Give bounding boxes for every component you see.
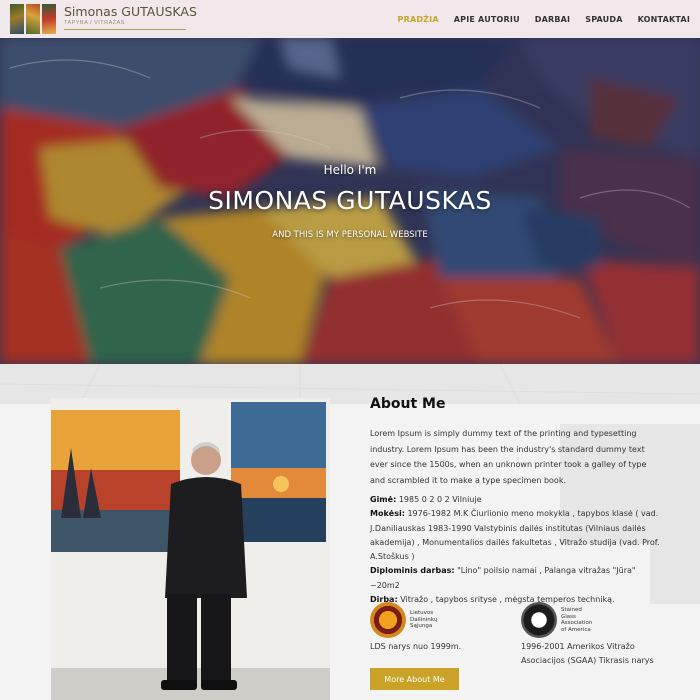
hero-tagline: AND THIS IS MY PERSONAL WEBSITE bbox=[272, 230, 428, 240]
logo-paintings-image bbox=[10, 4, 56, 34]
site-logo[interactable]: Simonas GUTAUSKAS TAPYBA / VITRAŽAS bbox=[10, 4, 197, 34]
main-nav: PRADŽIA APIE AUTORIU DARBAI SPAUDA KONTA… bbox=[398, 0, 690, 38]
logo-name: Simonas GUTAUSKAS bbox=[64, 4, 197, 19]
lds-caption: LDS narys nuo 1999m. bbox=[370, 642, 462, 651]
hero-text: Hello I'm SIMONAS GUTAUSKAS AND THIS IS … bbox=[0, 38, 700, 364]
lds-logo-text: Lietuvos Dailininkų Sąjunga bbox=[410, 610, 438, 630]
nav-item-apie-autoriu[interactable]: APIE AUTORIU bbox=[454, 15, 520, 24]
sgaa-logo-text: Stained Glass Association of America bbox=[561, 607, 593, 633]
lds-emblem-icon bbox=[370, 602, 406, 638]
sgaa-logo: Stained Glass Association of America bbox=[521, 602, 661, 638]
fact-label: Diplominis darbas: bbox=[370, 566, 455, 576]
hero-title: SIMONAS GUTAUSKAS bbox=[208, 186, 492, 215]
lds-logo: Lietuvos Dailininkų Sąjunga bbox=[370, 602, 510, 638]
fact-label: Mokėsi: bbox=[370, 509, 405, 519]
site-header: Simonas GUTAUSKAS TAPYBA / VITRAŽAS PRAD… bbox=[0, 0, 700, 38]
nav-item-darbai[interactable]: DARBAI bbox=[535, 15, 570, 24]
fact-birth: Gimė: 1985 0 2 0 2 Vilniuje bbox=[370, 493, 666, 507]
fact-diploma: Diplominis darbas: "Lino" poilsio namai … bbox=[370, 564, 666, 593]
logo-text: Simonas GUTAUSKAS TAPYBA / VITRAŽAS bbox=[64, 4, 197, 30]
about-intro-text: Lorem Ipsum is simply dummy text of the … bbox=[370, 429, 647, 485]
artist-facts: Gimė: 1985 0 2 0 2 Vilniuje Mokėsi: 1976… bbox=[370, 493, 666, 607]
nav-item-kontaktai[interactable]: KONTAKTAI bbox=[638, 15, 690, 24]
about-section: About Me Lorem Ipsum is simply dummy tex… bbox=[0, 364, 700, 700]
about-title: About Me bbox=[370, 396, 446, 412]
org-lds: Lietuvos Dailininkų Sąjunga LDS narys nu… bbox=[370, 602, 510, 654]
fact-education: Mokėsi: 1976-1982 M.K Čiurlionio meno mo… bbox=[370, 507, 666, 564]
org-sgaa: Stained Glass Association of America 199… bbox=[521, 602, 661, 668]
sgaa-caption: 1996-2001 Amerikos Vitražo Asociacijos (… bbox=[521, 642, 654, 665]
logo-subtitle: TAPYBA / VITRAŽAS bbox=[64, 20, 125, 26]
nav-item-spauda[interactable]: SPAUDA bbox=[585, 15, 622, 24]
fact-text: 1985 0 2 0 2 Vilniuje bbox=[396, 495, 482, 504]
hero-greeting: Hello I'm bbox=[323, 163, 377, 177]
fact-text: 1976-1982 M.K Čiurlionio meno mokykla , … bbox=[370, 509, 660, 562]
sgaa-emblem-icon bbox=[521, 602, 557, 638]
artist-photo bbox=[51, 398, 330, 700]
more-about-me-button[interactable]: More About Me bbox=[370, 668, 459, 690]
hero-banner: Hello I'm SIMONAS GUTAUSKAS AND THIS IS … bbox=[0, 38, 700, 364]
fact-label: Gimė: bbox=[370, 495, 397, 504]
nav-item-pradzia[interactable]: PRADŽIA bbox=[398, 15, 439, 24]
